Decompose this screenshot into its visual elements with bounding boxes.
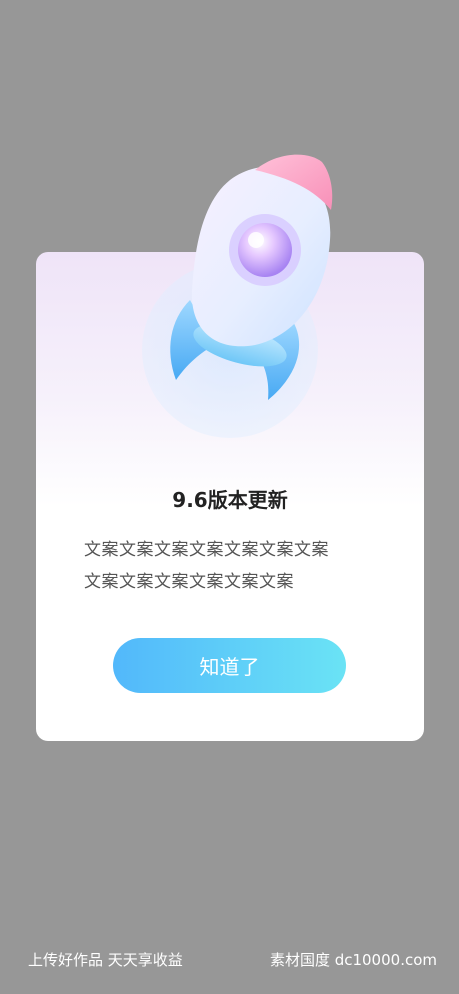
dialog-body-line-2: 文案文案文案文案文案文案 (84, 572, 294, 592)
update-dialog: 9.6版本更新 文案文案文案文案文案文案文案 文案文案文案文案文案文案 知道了 (36, 252, 424, 741)
dialog-body-line-1: 文案文案文案文案文案文案文案 (84, 540, 329, 560)
rocket-nose (255, 154, 333, 210)
dialog-body: 文案文案文案文案文案文案文案 文案文案文案文案文案文案 (84, 534, 384, 598)
footer-site: 素材国度 dc10000.com (269, 951, 437, 969)
footer-slogan: 上传好作品 天天享收益 (28, 951, 183, 969)
confirm-button[interactable]: 知道了 (113, 638, 346, 693)
dialog-title: 9.6版本更新 (172, 488, 288, 512)
porthole-shine (248, 232, 264, 248)
